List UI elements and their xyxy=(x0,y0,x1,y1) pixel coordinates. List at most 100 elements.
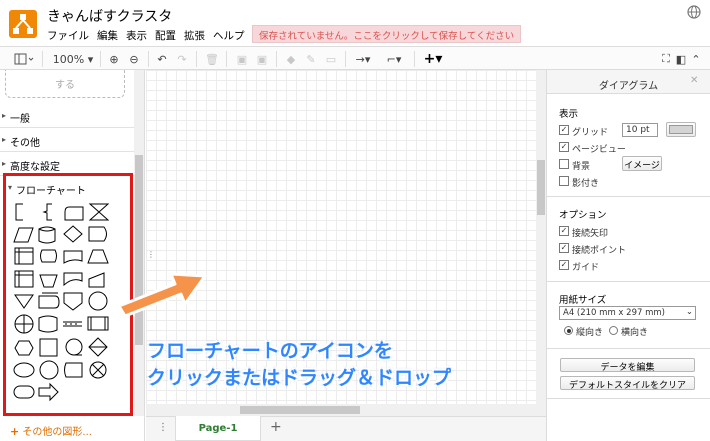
zoom-in-icon[interactable]: ⊕ xyxy=(107,51,121,67)
toolbar: 100% ▾ ⊕ ⊖ ↶ ↷ 🗑 ▣ ▣ ◆ ✎ ▭ →▾ ⌐▾ +▾ ⛶ ◧ … xyxy=(0,46,710,70)
guides-checkbox[interactable]: ✓ xyxy=(559,260,569,270)
options-heading: オプション xyxy=(559,210,607,221)
line-color-icon[interactable]: ✎ xyxy=(304,51,318,67)
shape-annotation[interactable] xyxy=(15,203,23,221)
shape-paper-tape[interactable] xyxy=(38,315,58,333)
panel-toggle-icon[interactable] xyxy=(12,51,36,67)
canvas-horizontal-scroll-thumb[interactable] xyxy=(240,406,360,414)
format-panel-icon[interactable]: ◧ xyxy=(675,51,687,67)
page-menu-icon[interactable]: ⋮ xyxy=(158,422,168,433)
connection-arrows-checkbox[interactable]: ✓ xyxy=(559,226,569,236)
connection-points-label: 接続ポイント xyxy=(572,246,627,256)
menu-extras[interactable]: 拡張 xyxy=(184,28,205,43)
canvas-vertical-scrollbar[interactable] xyxy=(536,70,546,416)
connection-style-icon[interactable]: →▾ xyxy=(352,51,374,67)
connection-points-checkbox[interactable]: ✓ xyxy=(559,243,569,253)
sidebar-resize-handle-icon[interactable]: ⋮ xyxy=(147,250,155,259)
shape-tape[interactable] xyxy=(63,272,83,287)
section-misc[interactable]: その他 xyxy=(0,128,134,152)
shape-decision[interactable] xyxy=(63,225,83,243)
clear-default-style-button[interactable]: デフォルトスタイルをクリア xyxy=(560,376,695,391)
zoom-select[interactable]: 100% ▾ xyxy=(52,51,94,67)
menu-bar: ファイル 編集 表示 配置 拡張 ヘルプ xyxy=(47,28,253,43)
shape-start[interactable] xyxy=(13,362,35,378)
annotation-line-2: クリックまたはドラッグ＆ドロップ xyxy=(147,367,452,389)
plus-icon: + xyxy=(10,425,20,438)
document-title[interactable]: きゃんばすクラスタ xyxy=(47,6,172,26)
shape-database[interactable] xyxy=(38,226,56,244)
shape-terminator[interactable] xyxy=(13,385,35,399)
undo-icon[interactable]: ↶ xyxy=(155,51,169,67)
globe-icon[interactable] xyxy=(687,5,701,19)
landscape-radio[interactable] xyxy=(609,326,618,335)
shape-parallel-mode[interactable] xyxy=(63,321,82,327)
shape-delay[interactable] xyxy=(88,226,107,242)
menu-file[interactable]: ファイル xyxy=(47,28,89,43)
close-icon[interactable]: ✕ xyxy=(690,75,698,86)
shape-arrow[interactable] xyxy=(38,382,59,402)
redo-icon[interactable]: ↷ xyxy=(175,51,189,67)
canvas-vertical-scroll-thumb[interactable] xyxy=(537,160,545,215)
scratchpad-drop-area[interactable]: する xyxy=(5,70,125,98)
portrait-radio[interactable] xyxy=(564,326,573,335)
zoom-out-icon[interactable]: ⊖ xyxy=(127,51,141,67)
shape-process[interactable] xyxy=(39,338,58,357)
shadow-checkbox[interactable] xyxy=(559,176,569,186)
edit-data-button[interactable]: データを編集 xyxy=(560,358,695,373)
shape-start-2[interactable] xyxy=(39,360,59,380)
divider xyxy=(547,281,710,282)
collapse-icon[interactable]: ⌃ xyxy=(690,51,702,67)
shape-card[interactable] xyxy=(64,206,84,221)
fullscreen-icon[interactable]: ⛶ xyxy=(660,51,672,67)
shape-internal-storage[interactable] xyxy=(14,247,34,265)
view-heading: 表示 xyxy=(559,109,579,120)
background-checkbox[interactable] xyxy=(559,159,569,169)
drop-hint: する xyxy=(55,80,75,91)
shape-preparation[interactable] xyxy=(14,340,34,356)
paper-size-select[interactable]: A4 (210 mm x 297 mm) ⌄ xyxy=(559,306,696,320)
shape-manual-input[interactable] xyxy=(88,272,105,288)
menu-edit[interactable]: 編集 xyxy=(97,28,118,43)
add-page-icon[interactable]: + xyxy=(270,419,282,435)
section-general[interactable]: 一般 xyxy=(0,104,134,128)
zoom-value: 100% xyxy=(52,52,85,66)
shape-document[interactable] xyxy=(63,250,83,264)
shape-stored-data[interactable] xyxy=(64,362,83,378)
grid-size-input[interactable]: 10 pt xyxy=(622,123,658,137)
shadow-icon[interactable]: ▭ xyxy=(324,51,338,67)
shape-sort[interactable] xyxy=(88,337,108,357)
shape-process-box[interactable] xyxy=(14,270,34,288)
delete-icon[interactable]: 🗑 xyxy=(205,51,219,67)
format-panel-tab[interactable]: ダイアグラム xyxy=(547,70,710,94)
paper-size-value: A4 (210 mm x 297 mm) xyxy=(563,308,665,318)
shape-sequential-data[interactable] xyxy=(65,338,83,356)
more-shapes-link[interactable]: + その他の図形... xyxy=(10,423,92,438)
shape-offpage-reference[interactable] xyxy=(63,292,83,311)
insert-plus-icon[interactable]: +▾ xyxy=(422,51,444,67)
flowchart-shape-grid xyxy=(13,203,110,402)
menu-view[interactable]: 表示 xyxy=(126,28,147,43)
shape-manual-operation[interactable] xyxy=(39,274,58,288)
to-back-icon[interactable]: ▣ xyxy=(255,51,269,67)
grid-checkbox[interactable]: ✓ xyxy=(559,125,569,135)
section-flowchart[interactable]: フローチャート xyxy=(6,176,130,200)
shape-on-page-reference[interactable] xyxy=(88,291,108,311)
shape-collate[interactable] xyxy=(88,203,110,221)
shape-display[interactable] xyxy=(40,249,57,263)
page-tab[interactable]: Page-1 xyxy=(175,416,261,441)
unsaved-notice[interactable]: 保存されていません。ここをクリックして保存してください xyxy=(252,25,522,43)
to-front-icon[interactable]: ▣ xyxy=(235,51,249,67)
page-view-checkbox[interactable]: ✓ xyxy=(559,142,569,152)
shape-data[interactable] xyxy=(13,227,34,243)
portrait-label: 縦向き xyxy=(576,328,604,338)
shape-brace[interactable] xyxy=(42,203,52,221)
waypoint-style-icon[interactable]: ⌐▾ xyxy=(382,51,406,67)
shape-multi-document[interactable] xyxy=(38,292,60,309)
shape-loop-limit[interactable] xyxy=(87,249,109,264)
grid-color-button[interactable] xyxy=(666,122,696,137)
shape-merge[interactable] xyxy=(14,294,34,309)
image-button[interactable]: イメージ xyxy=(622,156,662,171)
fill-color-icon[interactable]: ◆ xyxy=(284,51,298,67)
menu-help[interactable]: ヘルプ xyxy=(213,28,245,43)
menu-arrange[interactable]: 配置 xyxy=(155,28,176,43)
